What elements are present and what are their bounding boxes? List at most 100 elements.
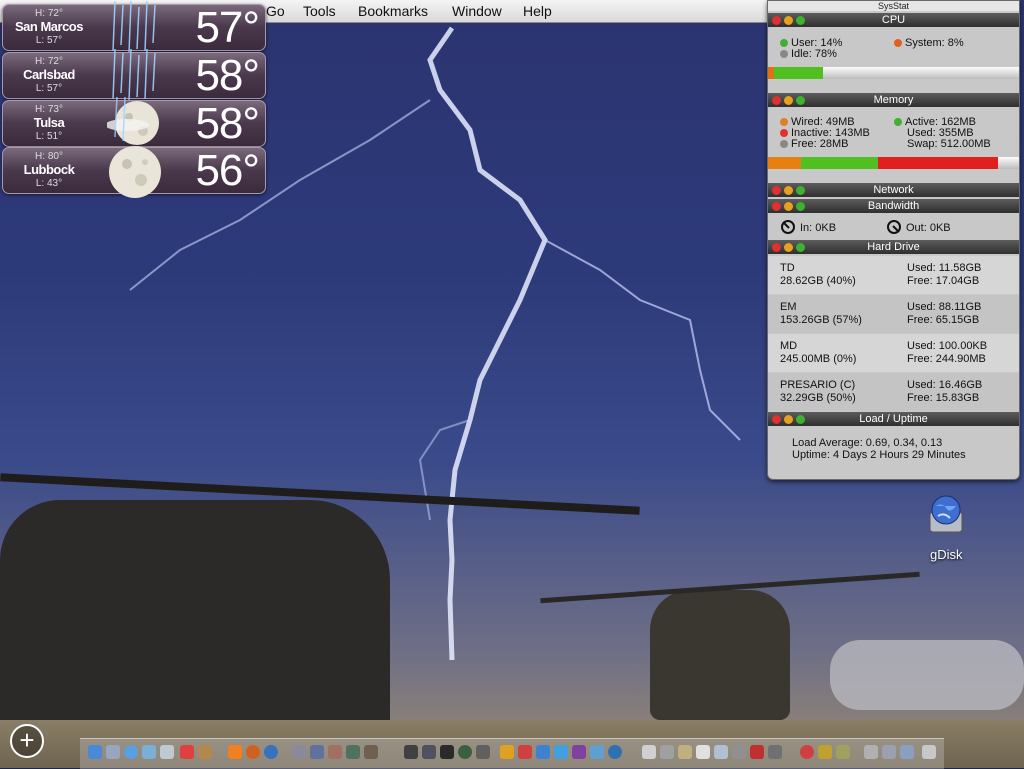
bandwidth-section-header[interactable]: Bandwidth [768, 199, 1019, 213]
minimize-light-icon[interactable] [784, 415, 793, 424]
dock-ichat-icon[interactable] [160, 745, 174, 759]
memory-section-header[interactable]: Memory [768, 93, 1019, 107]
dock-addressbook-icon[interactable] [198, 745, 212, 759]
minimize-light-icon[interactable] [784, 202, 793, 211]
zoom-light-icon[interactable] [796, 415, 805, 424]
dock-app-icon[interactable] [732, 745, 746, 759]
weather-low: L: 43° [35, 178, 63, 189]
weather-low: L: 57° [35, 35, 63, 46]
dock-app-icon[interactable] [590, 745, 604, 759]
menu-bookmarks[interactable]: Bookmarks [358, 3, 428, 19]
close-light-icon[interactable] [772, 16, 781, 25]
dock-safari-icon[interactable] [124, 745, 138, 759]
dock-itunes-icon[interactable] [142, 745, 156, 759]
gdisk-icon-label[interactable]: gDisk [930, 547, 963, 562]
sysstat-widget[interactable]: SysStat CPU User: 14% System: 8% Idle: 7… [767, 0, 1020, 480]
dock-app-icon[interactable] [536, 745, 550, 759]
bandwidth-in: In: 0KB [780, 219, 836, 235]
dock-app-icon[interactable] [422, 745, 436, 759]
weather-widget-tulsa[interactable]: H: 73° Tulsa L: 51° 58° [2, 97, 266, 148]
dock-app-icon[interactable] [642, 745, 656, 759]
close-light-icon[interactable] [772, 202, 781, 211]
drive-used: Used: 11.58GB [907, 262, 982, 274]
menu-help[interactable]: Help [523, 3, 552, 19]
dock-network-icon[interactable] [264, 745, 278, 759]
window-lights [772, 242, 808, 256]
load-header-label: Load / Uptime [859, 413, 928, 425]
zoom-light-icon[interactable] [796, 96, 805, 105]
zoom-light-icon[interactable] [796, 243, 805, 252]
dock-mail-icon[interactable] [106, 745, 120, 759]
dock-app-icon[interactable] [818, 745, 832, 759]
dock-app-icon[interactable] [328, 745, 342, 759]
dock-app-icon[interactable] [364, 745, 378, 759]
minimize-light-icon[interactable] [784, 186, 793, 195]
network-section-header[interactable]: Network [768, 183, 1019, 197]
minimize-light-icon[interactable] [784, 96, 793, 105]
weather-high: H: 72° [35, 8, 63, 19]
dock-app-icon[interactable] [476, 745, 490, 759]
cpu-system-text: System: 8% [905, 37, 964, 49]
menu-tools[interactable]: Tools [303, 3, 336, 19]
dock-app-icon[interactable] [458, 745, 472, 759]
add-widget-button[interactable]: + [10, 724, 44, 758]
load-section-header[interactable]: Load / Uptime [768, 412, 1019, 426]
minimize-light-icon[interactable] [784, 243, 793, 252]
dock-app-icon[interactable] [554, 745, 568, 759]
dock-app-icon[interactable] [900, 745, 914, 759]
dock-app-icon[interactable] [518, 745, 532, 759]
drive-name: PRESARIO (C) [780, 379, 856, 391]
drive-row-em: EM 153.26GB (57%) Used: 88.11GB Free: 65… [768, 295, 1019, 333]
weather-widget-san-marcos[interactable]: H: 72° San Marcos L: 57° 57° [2, 1, 266, 54]
weather-high: H: 80° [35, 151, 63, 162]
dock-app-icon[interactable] [800, 745, 814, 759]
dock-app-icon[interactable] [750, 745, 764, 759]
menu-go[interactable]: Go [266, 3, 285, 19]
dock-ical-icon[interactable] [180, 745, 194, 759]
dock-finder-icon[interactable] [88, 745, 102, 759]
dock-vlc-icon[interactable] [228, 745, 242, 759]
dock-app-icon[interactable] [440, 745, 454, 759]
red-dot-icon [780, 129, 788, 137]
gdisk-globe-icon[interactable] [926, 494, 966, 534]
window-lights [772, 414, 808, 428]
drive-used: Used: 88.11GB [907, 301, 982, 313]
dock-app-icon[interactable] [292, 745, 306, 759]
dock-app-icon[interactable] [714, 745, 728, 759]
zoom-light-icon[interactable] [796, 202, 805, 211]
zoom-light-icon[interactable] [796, 186, 805, 195]
dock-app-icon[interactable] [310, 745, 324, 759]
close-light-icon[interactable] [772, 186, 781, 195]
dock-trash-icon[interactable] [922, 745, 936, 759]
dock-app-icon[interactable] [882, 745, 896, 759]
dock-app-icon[interactable] [608, 745, 622, 759]
dock-app-icon[interactable] [346, 745, 360, 759]
window-lights [772, 15, 808, 29]
dock-app-icon[interactable] [660, 745, 674, 759]
weather-widget-carlsbad[interactable]: H: 72° Carlsbad L: 57° 58° [2, 49, 266, 102]
cpu-section-header[interactable]: CPU [768, 13, 1019, 27]
menu-window[interactable]: Window [452, 3, 502, 19]
dock-app-icon[interactable] [572, 745, 586, 759]
dock-app-icon[interactable] [678, 745, 692, 759]
memory-free-text: Free: 28MB [791, 138, 849, 150]
dock-app-icon[interactable] [836, 745, 850, 759]
minimize-light-icon[interactable] [784, 16, 793, 25]
close-light-icon[interactable] [772, 243, 781, 252]
dock-app-icon[interactable] [500, 745, 514, 759]
dock-app-icon[interactable] [864, 745, 878, 759]
dock-app-icon[interactable] [696, 745, 710, 759]
dock-app-icon[interactable] [768, 745, 782, 759]
dock-app-icon[interactable] [404, 745, 418, 759]
drive-free: Free: 244.90MB [907, 353, 986, 365]
weather-widget-lubbock[interactable]: H: 80° Lubbock L: 43° 56° [2, 146, 266, 198]
dock-firefox-icon[interactable] [246, 745, 260, 759]
zoom-light-icon[interactable] [796, 16, 805, 25]
drive-free: Free: 65.15GB [907, 314, 980, 326]
close-light-icon[interactable] [772, 415, 781, 424]
bandwidth-out: Out: 0KB [886, 219, 951, 235]
gray-dot-icon [780, 140, 788, 148]
harddrive-section-header[interactable]: Hard Drive [768, 240, 1019, 254]
close-light-icon[interactable] [772, 96, 781, 105]
wallpaper-helicopter-left [0, 500, 390, 730]
